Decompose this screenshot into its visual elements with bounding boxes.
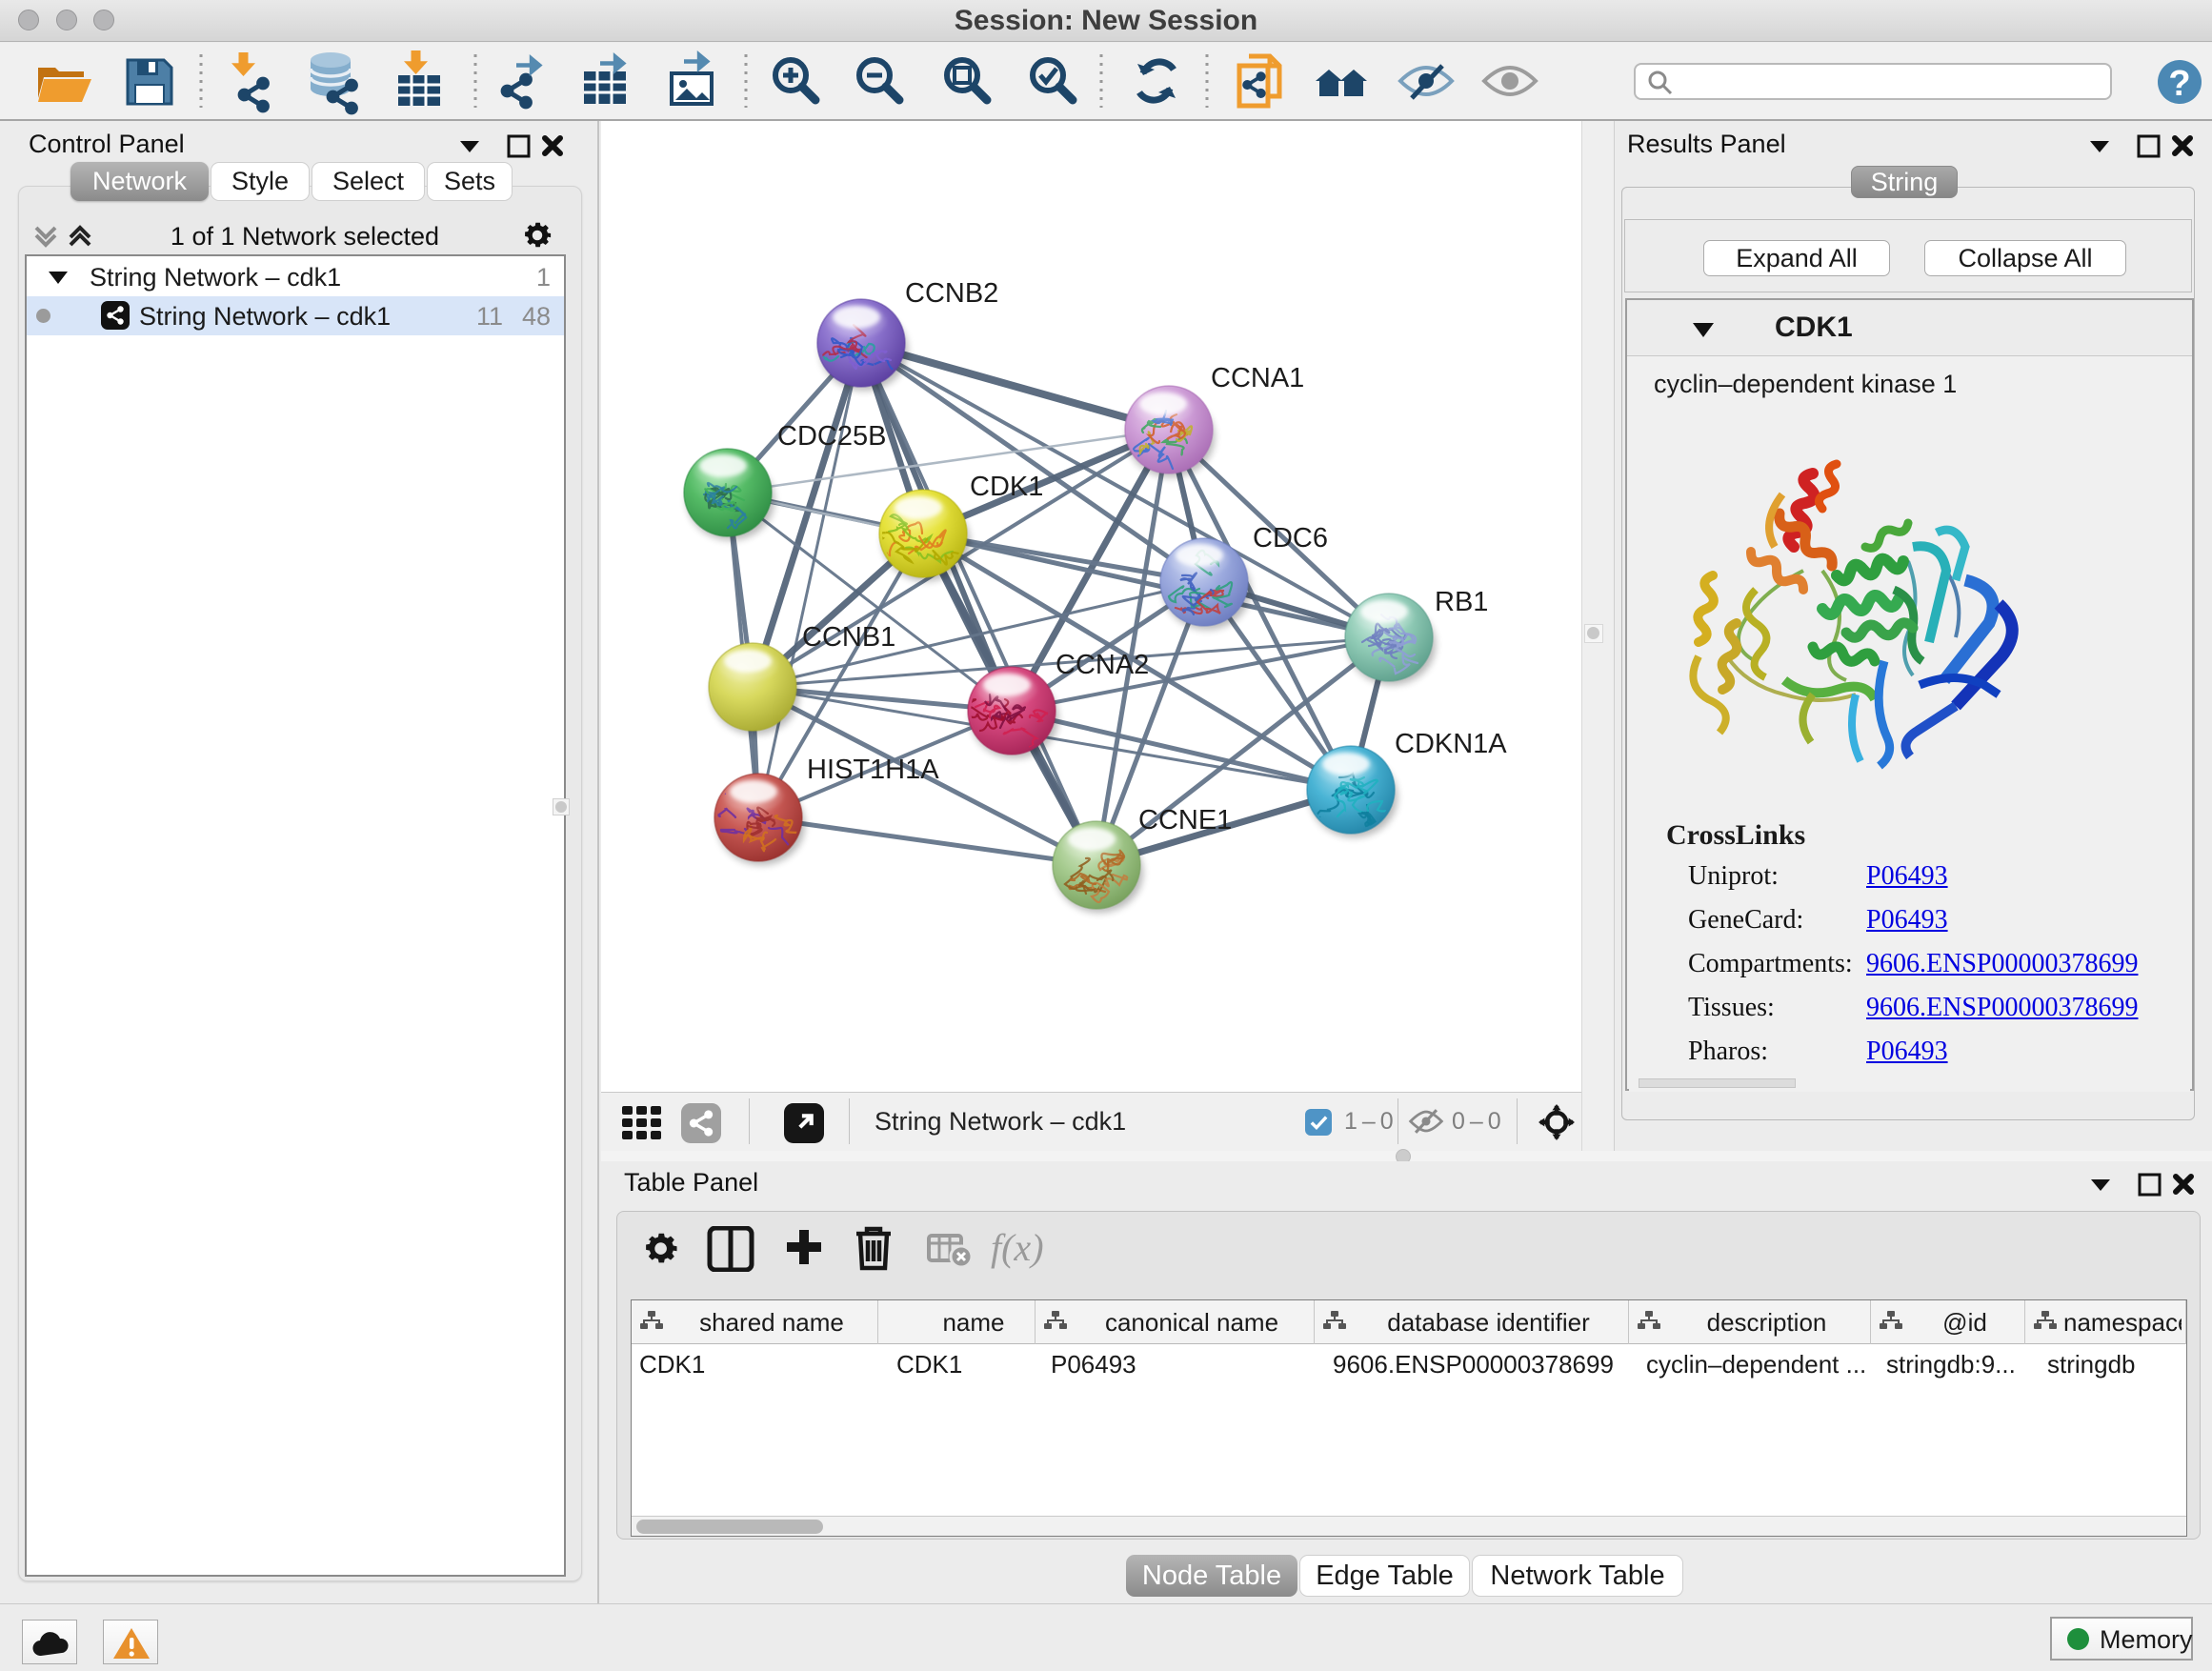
svg-text:CCNE1: CCNE1 <box>1138 805 1232 836</box>
svg-text:?: ? <box>2168 64 2190 104</box>
svg-text:HIST1H1A: HIST1H1A <box>807 755 939 785</box>
svg-text:CCNA1: CCNA1 <box>1211 363 1304 393</box>
svg-text:CDC6: CDC6 <box>1253 523 1328 554</box>
svg-text:CCNB2: CCNB2 <box>905 278 998 309</box>
svg-text:CDK1: CDK1 <box>970 472 1043 502</box>
svg-text:CDKN1A: CDKN1A <box>1395 729 1507 759</box>
svg-text:f(x): f(x) <box>991 1226 1044 1269</box>
svg-text:CDC25B: CDC25B <box>777 421 886 452</box>
svg-text:CCNA2: CCNA2 <box>1056 650 1149 680</box>
svg-text:CCNB1: CCNB1 <box>802 622 895 653</box>
svg-text:RB1: RB1 <box>1435 587 1488 617</box>
